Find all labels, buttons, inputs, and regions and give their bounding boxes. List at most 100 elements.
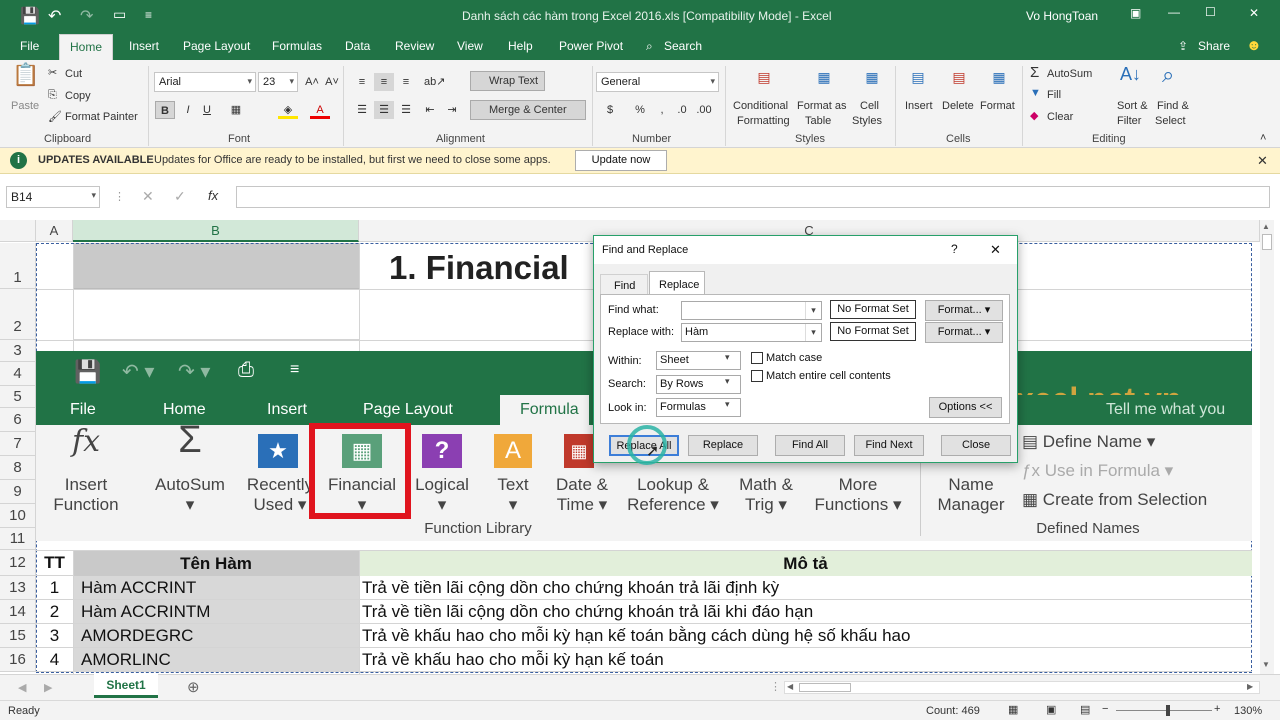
format-painter-button[interactable]: Format Painter [65, 111, 138, 123]
user-name[interactable]: Vo HongToan [1026, 9, 1098, 23]
replace-format-button[interactable]: Format... ▾ [925, 322, 1003, 343]
insert-cells-button[interactable]: Insert [905, 100, 933, 112]
formula-input[interactable] [236, 186, 1270, 208]
row-header[interactable]: 1 [0, 243, 36, 289]
insert-function-button[interactable]: fx [208, 188, 218, 203]
find-select-button[interactable]: Find & [1157, 100, 1189, 112]
scroll-down-icon[interactable]: ▼ [1262, 660, 1270, 669]
header-ten-ham[interactable]: Tên Hàm [73, 551, 359, 576]
close-dialog-button[interactable]: Close [941, 435, 1011, 456]
cell-desc[interactable]: Trả về tiền lãi cộng dồn cho chứng khoán… [362, 602, 1248, 622]
grow-font-icon[interactable]: A˄ [302, 73, 322, 91]
column-header-b[interactable]: B [73, 220, 359, 242]
fill-color-icon[interactable]: ◈ [278, 101, 298, 119]
bold-button[interactable]: B [155, 101, 175, 119]
replace-with-input[interactable]: Hàm [681, 323, 822, 342]
comma-style-icon[interactable]: , [652, 101, 672, 119]
align-top-icon[interactable]: ≡ [352, 73, 372, 91]
ribbon-display-icon[interactable]: ▣ [1130, 6, 1141, 20]
orientation-icon[interactable]: ab↗ [424, 73, 445, 91]
zoom-slider-thumb[interactable] [1166, 705, 1170, 716]
add-sheet-icon[interactable]: ⊕ [187, 678, 200, 696]
replace-button[interactable]: Replace [688, 435, 758, 456]
replace-with-dropdown[interactable]: ▾ [805, 324, 821, 341]
row-header[interactable]: 7 [0, 432, 36, 456]
dialog-help-button[interactable]: ? [951, 242, 958, 256]
dialog-close-button[interactable]: ✕ [990, 242, 1001, 258]
smiley-icon[interactable]: ☻ [1246, 37, 1262, 54]
redo-icon[interactable]: ↷ [80, 6, 93, 26]
cut-button[interactable]: Cut [65, 68, 82, 80]
font-color-icon[interactable]: A [310, 101, 330, 119]
tab-help[interactable]: Help [508, 39, 533, 53]
options-button[interactable]: Options << [929, 397, 1002, 418]
row-header[interactable]: 8 [0, 456, 36, 480]
align-left-icon[interactable]: ☰ [352, 101, 372, 119]
zoom-level[interactable]: 130% [1234, 705, 1262, 717]
vertical-scrollbar[interactable]: ▲ ▼ [1260, 220, 1274, 674]
row-header[interactable]: 5 [0, 386, 36, 408]
close-button[interactable]: ✕ [1249, 6, 1259, 20]
save-icon[interactable]: 💾 [20, 6, 40, 26]
cancel-icon[interactable]: ✕ [142, 188, 154, 205]
tab-insert[interactable]: Insert [129, 39, 159, 53]
cell-name[interactable]: Hàm ACCRINTM [73, 600, 359, 623]
tab-find[interactable]: Find [600, 274, 648, 294]
zoom-slider[interactable] [1116, 710, 1212, 711]
cell-styles-button[interactable]: Cell [860, 100, 879, 112]
collapse-ribbon-icon[interactable]: ˄ [1260, 132, 1266, 144]
tab-page-layout[interactable]: Page Layout [183, 39, 250, 53]
undo-icon[interactable]: ↶ [48, 6, 61, 26]
close-icon[interactable]: ✕ [1257, 153, 1268, 169]
restore-button[interactable]: ☐ [1205, 5, 1216, 19]
find-what-dropdown[interactable]: ▾ [805, 302, 821, 319]
tab-power-pivot[interactable]: Power Pivot [559, 39, 623, 53]
cell-tt[interactable]: 3 [36, 626, 73, 646]
enter-icon[interactable]: ✓ [174, 188, 186, 205]
select-all-corner[interactable] [0, 220, 36, 242]
row-header[interactable]: 13 [0, 576, 36, 600]
cell-name[interactable]: Hàm ACCRINT [73, 576, 359, 599]
zoom-in-icon[interactable]: + [1214, 703, 1220, 715]
heading-cell[interactable]: 1. Financial [389, 249, 569, 287]
tab-file[interactable]: File [20, 39, 39, 53]
increase-indent-icon[interactable]: ⇥ [442, 101, 462, 119]
increase-decimal-icon[interactable]: .0 [672, 101, 692, 119]
row-header[interactable]: 10 [0, 504, 36, 528]
accounting-format-icon[interactable]: $ [600, 101, 620, 119]
match-entire-checkbox[interactable] [751, 370, 763, 382]
horizontal-scrollbar[interactable]: ◀ ▶ [784, 681, 1260, 694]
row-header[interactable]: 12 [0, 550, 36, 576]
cell-name[interactable]: AMORDEGRC [73, 624, 359, 647]
align-middle-icon[interactable]: ≡ [374, 73, 394, 91]
number-format-combo[interactable]: General [596, 72, 719, 92]
sort-filter-button[interactable]: Sort & [1117, 100, 1148, 112]
paste-button[interactable]: Paste [11, 100, 39, 112]
row-header[interactable]: 2 [0, 289, 36, 340]
find-all-button[interactable]: Find All [775, 435, 845, 456]
row-header[interactable]: 6 [0, 408, 36, 432]
wrap-text-button[interactable]: Wrap Text [470, 71, 546, 91]
header-mo-ta[interactable]: Mô tả [359, 551, 1252, 576]
autosum-button[interactable]: AutoSum [1047, 68, 1092, 80]
page-layout-view-icon[interactable]: ▣ [1046, 703, 1056, 716]
merge-center-button[interactable]: Merge & Center [470, 100, 586, 120]
conditional-formatting-button[interactable]: Conditional [733, 100, 788, 112]
cell-tt[interactable]: 1 [36, 578, 73, 598]
scroll-right-icon[interactable]: ▶ [1247, 682, 1253, 691]
copy-button[interactable]: Copy [65, 90, 91, 102]
align-right-icon[interactable]: ☰ [396, 101, 416, 119]
scroll-left-icon[interactable]: ◀ [787, 682, 793, 691]
cell-name[interactable]: AMORLINC [73, 648, 359, 671]
row-header[interactable]: 3 [0, 340, 36, 362]
scroll-thumb[interactable] [799, 683, 851, 692]
tab-view[interactable]: View [457, 39, 483, 53]
customize-qat-icon[interactable]: ≡ [145, 8, 152, 22]
row-header[interactable]: 11 [0, 528, 36, 550]
paste-icon[interactable]: 📋 [12, 64, 39, 98]
clear-button[interactable]: Clear [1047, 111, 1073, 123]
decrease-indent-icon[interactable]: ⇤ [420, 101, 440, 119]
normal-view-icon[interactable]: ▦ [1008, 703, 1018, 716]
find-next-button[interactable]: Find Next [854, 435, 924, 456]
cell-desc[interactable]: Trả về khấu hao cho mỗi kỳ hạn kế toán b… [362, 626, 1248, 646]
